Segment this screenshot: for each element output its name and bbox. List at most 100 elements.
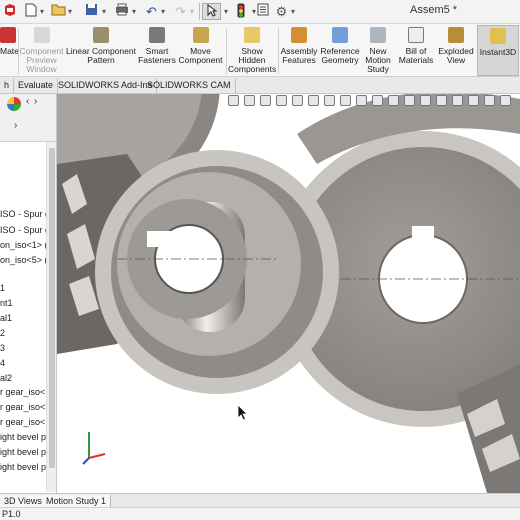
section-view-icon[interactable] [292, 95, 303, 106]
exploded-view-icon [448, 27, 464, 43]
new-motion-study-label: New Motion Study [365, 46, 391, 74]
assembly-features-button[interactable]: Assembly Features [280, 25, 318, 76]
tree-item[interactable]: ight bevel p [0, 446, 46, 458]
options-icon[interactable]: ⚙ [274, 3, 289, 20]
instant3d-button[interactable]: Instant3D [477, 25, 519, 76]
graphics-viewport[interactable] [57, 94, 520, 493]
tree-item[interactable]: al2 [0, 372, 12, 384]
new-icon[interactable] [24, 3, 38, 20]
move-component-icon [192, 27, 209, 43]
motion-study-icon [370, 27, 386, 43]
redo-icon[interactable]: ↷ [173, 3, 188, 20]
panel-collapse-icon[interactable]: ‹ [26, 96, 29, 107]
isometric-view-icon[interactable] [420, 95, 431, 106]
tree-item[interactable]: ight bevel p [0, 431, 46, 443]
tab-solidworks-add-ins[interactable]: SOLIDWORKS Add-Ins [54, 78, 158, 93]
tree-item[interactable]: 4 [0, 357, 5, 369]
tab-sketch[interactable]: h [0, 78, 14, 93]
tree-item[interactable]: ISO - Spur g [0, 208, 50, 220]
print-icon[interactable] [114, 3, 130, 20]
exploded-view-button[interactable]: Exploded View [437, 25, 475, 76]
reference-geometry-button[interactable]: Reference Geometry [319, 25, 361, 76]
reference-geometry-icon [332, 27, 348, 43]
hide-show-items-icon[interactable] [356, 95, 367, 106]
heads-up-view-toolbar [228, 94, 520, 110]
bottom-tab-bar: 3D Views Motion Study 1 [0, 493, 520, 507]
save-dropdown-icon[interactable]: ▾ [100, 3, 108, 20]
front-view-icon[interactable] [436, 95, 447, 106]
show-hidden-components-button[interactable]: Show Hidden Components [228, 25, 276, 76]
filter-chevron-icon[interactable]: › [14, 120, 17, 131]
tab-motion-study-1[interactable]: Motion Study 1 [42, 495, 112, 507]
status-bar: P1.0 [0, 507, 520, 520]
move-component-button[interactable]: Move Component [177, 25, 224, 76]
traffic-light-icon[interactable] [234, 3, 248, 20]
tree-item[interactable]: ISO - Spur g [0, 224, 50, 236]
spur-gear-front[interactable] [95, 150, 339, 394]
command-tab-bar: h Evaluate SOLIDWORKS Add-Ins SOLIDWORKS… [0, 77, 520, 94]
zoom-area-icon[interactable] [260, 95, 271, 106]
undo-icon[interactable]: ↶ [144, 3, 159, 20]
redo-dropdown-icon[interactable]: ▾ [188, 3, 196, 20]
tab-3d-views[interactable]: 3D Views [0, 495, 47, 507]
feature-tree-scrollbar[interactable] [46, 142, 56, 492]
open-icon[interactable] [50, 3, 66, 20]
coordinate-triad-icon [82, 432, 106, 465]
linear-pattern-button[interactable]: Linear Component Pattern [65, 25, 137, 76]
view-settings-icon[interactable] [324, 95, 335, 106]
tree-item[interactable]: nt1 [0, 297, 13, 309]
select-icon[interactable] [202, 3, 221, 20]
file-properties-icon[interactable] [256, 3, 270, 20]
search-icon[interactable] [468, 95, 479, 106]
undo-dropdown-icon[interactable]: ▾ [159, 3, 167, 20]
tree-item[interactable]: ight bevel p [0, 461, 46, 473]
app-logo-icon[interactable] [2, 3, 18, 20]
dynamic-annotation-icon[interactable] [308, 95, 319, 106]
scrollbar-thumb[interactable] [49, 148, 55, 468]
right-view-icon[interactable] [452, 95, 463, 106]
edit-appearance-icon[interactable] [372, 95, 383, 106]
print-dropdown-icon[interactable]: ▾ [130, 3, 138, 20]
panel-expand-icon[interactable]: › [34, 96, 37, 107]
display-style-icon[interactable] [340, 95, 351, 106]
bill-of-materials-icon [408, 27, 424, 43]
save-icon[interactable] [84, 3, 99, 20]
title-bar: ▾ ▾ ▾ ▾ ↶ ▾ ↷ ▾ ▾ ▾ ⚙ ▾ Assem5 * [0, 0, 520, 24]
open-dropdown-icon[interactable]: ▾ [66, 3, 74, 20]
new-motion-study-button[interactable]: New Motion Study [362, 25, 394, 76]
options-dropdown-icon[interactable]: ▾ [289, 3, 297, 20]
smart-fasteners-button[interactable]: Smart Fasteners [138, 25, 176, 76]
new-dropdown-icon[interactable]: ▾ [38, 3, 46, 20]
previous-view-icon[interactable] [276, 95, 287, 106]
tree-item[interactable]: r gear_iso<1 [0, 416, 50, 428]
display-manager-icon[interactable] [7, 97, 21, 111]
component-preview-button[interactable]: Component Preview Window [19, 25, 64, 76]
tab-evaluate[interactable]: Evaluate [14, 78, 59, 93]
component-preview-icon [33, 27, 50, 43]
exploded-view-label: Exploded View [438, 46, 474, 65]
mate-button[interactable]: Mate [0, 25, 19, 76]
tree-item[interactable]: on_iso<1> (I [0, 239, 50, 251]
zoom-to-fit-icon[interactable] [244, 95, 255, 106]
rotate-view-icon[interactable] [484, 95, 495, 106]
tree-item[interactable]: 3 [0, 342, 5, 354]
tree-item[interactable]: 2 [0, 327, 5, 339]
tree-item[interactable]: 1 [0, 282, 5, 294]
tree-item[interactable]: r gear_iso<2 [0, 401, 50, 413]
gear-assembly-model[interactable] [57, 94, 520, 493]
reference-geometry-label: Reference Geometry [320, 46, 360, 65]
tree-item[interactable]: al1 [0, 312, 12, 324]
view-cube-icon[interactable] [404, 95, 415, 106]
bill-of-materials-label: Bill of Materials [398, 46, 434, 65]
tree-item[interactable]: on_iso<5> (I [0, 254, 50, 266]
appearance-icon[interactable] [500, 95, 511, 106]
tab-solidworks-cam[interactable]: SOLIDWORKS CAM [143, 78, 236, 93]
status-text: P1.0 [2, 509, 21, 519]
bill-of-materials-button[interactable]: Bill of Materials [396, 25, 436, 76]
view-orientation-icon[interactable] [228, 95, 239, 106]
show-hidden-icon [244, 27, 260, 43]
tree-item[interactable]: r gear_iso<1 [0, 386, 50, 398]
select-dropdown-icon[interactable]: ▾ [222, 3, 230, 20]
assembly-features-icon [291, 27, 307, 43]
apply-scene-icon[interactable] [388, 95, 399, 106]
